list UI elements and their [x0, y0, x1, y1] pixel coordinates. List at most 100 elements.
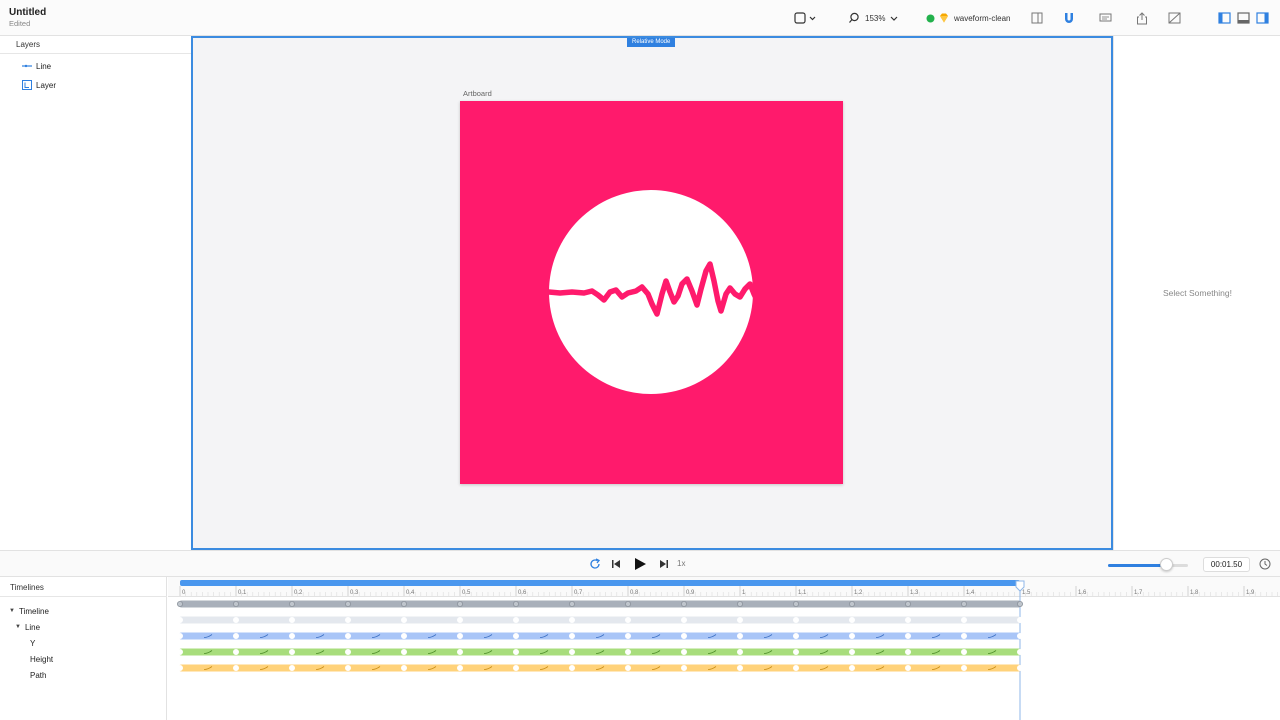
timeline-zoom-slider[interactable] — [1108, 564, 1188, 567]
keyframe[interactable] — [289, 600, 296, 607]
keyframe[interactable] — [289, 633, 296, 640]
keyframe[interactable] — [849, 649, 856, 656]
clock-button[interactable] — [1258, 557, 1272, 571]
keyframe[interactable] — [456, 617, 463, 624]
playback-speed[interactable]: 1x — [677, 559, 685, 568]
toggle-bottom-panel-button[interactable] — [1235, 10, 1251, 26]
keyframe[interactable] — [176, 633, 183, 640]
keyframe[interactable] — [176, 617, 183, 624]
keyframe[interactable] — [233, 633, 240, 640]
y-track[interactable] — [178, 632, 1022, 640]
keyframe[interactable] — [905, 633, 912, 640]
keyframe[interactable] — [233, 600, 240, 607]
tree-item-line[interactable]: ▼ Line — [15, 621, 40, 633]
keyframe[interactable] — [1017, 633, 1024, 640]
keyframe[interactable] — [737, 665, 744, 672]
keyframe[interactable] — [512, 600, 519, 607]
timeline-track-area[interactable]: 0 0.1 0.2 0.3 0.4 0.5 0.6 0.7 0.8 0.9 1 1.1 1.2 1.3 1.… — [168, 577, 1280, 720]
keyframe[interactable] — [456, 649, 463, 656]
keyframe[interactable] — [905, 600, 912, 607]
disclosure-triangle-icon[interactable]: ▼ — [15, 624, 21, 630]
keyframe[interactable] — [624, 649, 631, 656]
keyframe[interactable] — [289, 617, 296, 624]
keyframe[interactable] — [1017, 617, 1024, 624]
relative-mode-badge[interactable]: Relative Mode — [627, 38, 676, 47]
keyframe[interactable] — [961, 633, 968, 640]
keyframe[interactable] — [400, 665, 407, 672]
keyframe[interactable] — [737, 617, 744, 624]
keyframe[interactable] — [905, 649, 912, 656]
snap-magnet-button[interactable] — [1061, 10, 1077, 26]
keyframe[interactable] — [624, 665, 631, 672]
comments-button[interactable] — [1097, 10, 1113, 26]
keyframe[interactable] — [176, 600, 183, 607]
keyframe[interactable] — [344, 617, 351, 624]
timecode[interactable]: 00:01.50 — [1203, 557, 1250, 572]
path-track[interactable] — [178, 664, 1022, 672]
keyframe[interactable] — [1017, 600, 1024, 607]
keyframe[interactable] — [289, 649, 296, 656]
keyframe[interactable] — [681, 633, 688, 640]
keyframe[interactable] — [849, 600, 856, 607]
keyframe[interactable] — [568, 617, 575, 624]
toggle-left-panel-button[interactable] — [1216, 10, 1232, 26]
keyframe[interactable] — [400, 617, 407, 624]
keyframe[interactable] — [400, 600, 407, 607]
keyframe[interactable] — [624, 617, 631, 624]
keyframe[interactable] — [176, 649, 183, 656]
skip-back-button[interactable] — [609, 557, 623, 571]
tree-item-height[interactable]: Height — [30, 653, 53, 665]
keyframe[interactable] — [849, 665, 856, 672]
keyframe[interactable] — [512, 665, 519, 672]
toggle-right-panel-button[interactable] — [1254, 10, 1270, 26]
keyframe[interactable] — [793, 600, 800, 607]
keyframe[interactable] — [737, 600, 744, 607]
tree-item-path[interactable]: Path — [30, 669, 46, 681]
keyframe[interactable] — [1017, 649, 1024, 656]
keyframe[interactable] — [344, 665, 351, 672]
keyframe[interactable] — [681, 617, 688, 624]
keyframe[interactable] — [344, 649, 351, 656]
tree-item-y[interactable]: Y — [30, 637, 35, 649]
keyframe[interactable] — [624, 600, 631, 607]
keyframe[interactable] — [233, 617, 240, 624]
keyframe[interactable] — [233, 665, 240, 672]
keyframe[interactable] — [568, 600, 575, 607]
keyframe[interactable] — [681, 649, 688, 656]
keyframe[interactable] — [512, 649, 519, 656]
keyframe[interactable] — [568, 633, 575, 640]
loop-button[interactable] — [588, 557, 602, 571]
keyframe[interactable] — [961, 600, 968, 607]
keyframe[interactable] — [568, 649, 575, 656]
keyframe[interactable] — [961, 617, 968, 624]
keyframe[interactable] — [344, 600, 351, 607]
keyframe[interactable] — [400, 649, 407, 656]
export-button[interactable] — [1134, 10, 1150, 26]
mirror-button[interactable] — [1166, 10, 1182, 26]
keyframe[interactable] — [793, 665, 800, 672]
keyframe[interactable] — [456, 665, 463, 672]
artboard[interactable] — [460, 101, 843, 484]
keyframe[interactable] — [456, 633, 463, 640]
keyframe[interactable] — [737, 649, 744, 656]
disclosure-triangle-icon[interactable]: ▼ — [9, 608, 15, 614]
keyframe[interactable] — [1017, 665, 1024, 672]
layer-item-line[interactable]: Line — [22, 59, 51, 73]
tree-item-timeline[interactable]: ▼ Timeline — [9, 605, 49, 617]
zoom-slider-knob[interactable] — [1159, 558, 1173, 571]
line-track[interactable] — [178, 616, 1022, 624]
zoom-control[interactable]: 153% — [848, 10, 899, 26]
keyframe[interactable] — [681, 600, 688, 607]
keyframe[interactable] — [176, 665, 183, 672]
play-button[interactable] — [632, 556, 648, 572]
skip-forward-button[interactable] — [657, 557, 671, 571]
keyframe[interactable] — [568, 665, 575, 672]
keyframe[interactable] — [905, 617, 912, 624]
keyframe[interactable] — [961, 665, 968, 672]
keyframe[interactable] — [456, 600, 463, 607]
keyframe[interactable] — [344, 633, 351, 640]
playback-range-bar[interactable] — [180, 580, 1020, 586]
keyframe[interactable] — [289, 665, 296, 672]
keyframe[interactable] — [793, 649, 800, 656]
keyframe[interactable] — [905, 665, 912, 672]
